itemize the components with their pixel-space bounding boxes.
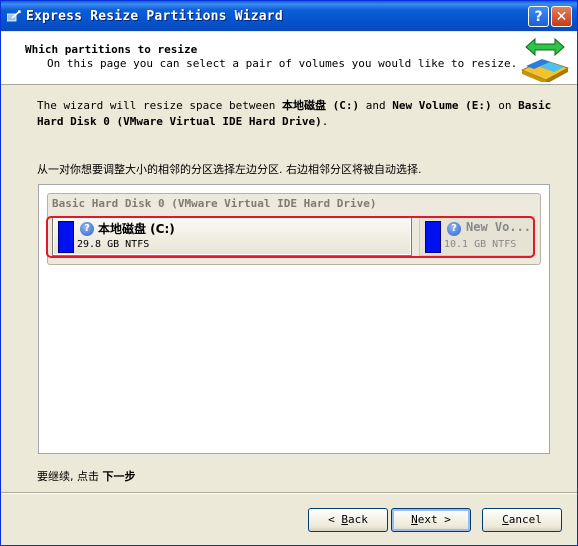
continue-prefix: 要继续, 点击: [37, 470, 103, 483]
desc-part4: .: [321, 115, 329, 128]
desc-part2: and: [359, 99, 393, 112]
disk-label: Basic Hard Disk 0 (VMware Virtual IDE Ha…: [52, 197, 377, 210]
back-button[interactable]: < Back: [308, 508, 388, 532]
resize-partitions-icon: [520, 37, 569, 82]
wizard-app-icon: [7, 10, 21, 22]
title-bar[interactable]: Express Resize Partitions Wizard ? ✕: [1, 1, 577, 31]
wizard-body: The wizard will resize space between 本地磁…: [1, 85, 577, 491]
desc-part3: on: [491, 99, 519, 112]
desc-left-volume: 本地磁盘 (C:): [282, 99, 360, 112]
help-icon: ?: [534, 9, 543, 25]
footer-divider: [1, 492, 577, 494]
back-label: ack: [348, 513, 368, 526]
next-button[interactable]: Next >: [391, 508, 471, 532]
close-icon: ✕: [555, 9, 568, 25]
next-label: ext >: [417, 513, 451, 526]
continue-action: 下一步: [102, 470, 136, 483]
page-title: Which partitions to resize: [25, 43, 198, 56]
cancel-label: ancel: [508, 513, 542, 526]
wizard-header: Which partitions to resize On this page …: [1, 32, 577, 85]
continue-hint: 要继续, 点击 下一步: [37, 468, 136, 484]
desc-right-volume: New Volume (E:): [392, 99, 492, 112]
page-subtitle: On this page you can select a pair of vo…: [47, 57, 518, 70]
back-accel: B: [341, 513, 348, 526]
help-button[interactable]: ?: [528, 6, 549, 27]
desc-part1: The wizard will resize space between: [37, 99, 283, 112]
cancel-button[interactable]: Cancel: [482, 508, 562, 532]
description-text: The wizard will resize space between 本地磁…: [37, 98, 557, 130]
window-title: Express Resize Partitions Wizard: [26, 9, 283, 24]
cancel-accel: C: [502, 513, 509, 526]
back-prefix: <: [328, 513, 342, 526]
next-accel: N: [411, 513, 418, 526]
selection-highlight: [46, 216, 535, 258]
wizard-window: Express Resize Partitions Wizard ? ✕ Whi…: [0, 0, 578, 546]
instruction-text: 从一对你想要调整大小的相邻的分区选择左边分区. 右边相邻分区将被自动选择.: [37, 163, 422, 176]
close-button[interactable]: ✕: [551, 6, 572, 27]
